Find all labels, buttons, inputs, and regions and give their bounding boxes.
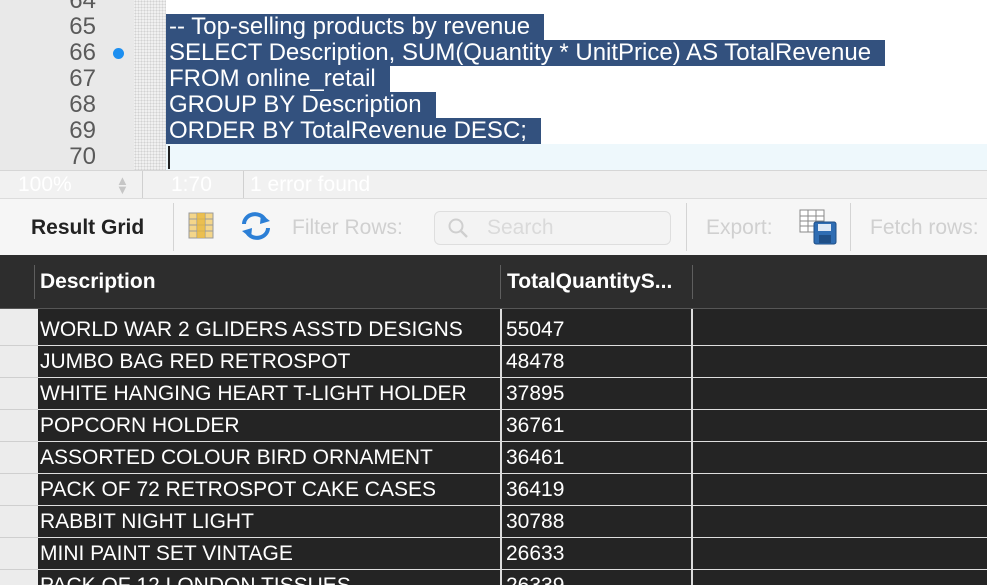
cell-total-quantity[interactable]: 36761 <box>504 410 691 441</box>
cell-description[interactable]: WORLD WAR 2 GLIDERS ASSTD DESIGNS <box>38 314 498 345</box>
code-line-text: FROM online_retail <box>166 66 390 92</box>
table-row[interactable]: PACK OF 72 RETROSPOT CAKE CASES 36419 <box>38 474 987 506</box>
cell-total-quantity[interactable]: 55047 <box>504 314 691 345</box>
table-row[interactable]: WHITE HANGING HEART T-LIGHT HOLDER 37895 <box>38 378 987 410</box>
row-selector-divider <box>0 377 38 378</box>
row-selector-divider <box>0 409 38 410</box>
sql-editor[interactable]: 64 65 -- Top-selling products by revenue 66… <box>0 0 987 170</box>
line-number: 68 <box>69 91 96 118</box>
line-number: 69 <box>69 117 96 144</box>
row-selector-divider <box>0 345 38 346</box>
zoom-control[interactable]: 100% ▲ ▼ <box>0 171 143 199</box>
fetch-rows-label: Fetch rows: <box>870 216 979 239</box>
zoom-stepper-icon[interactable]: ▲ ▼ <box>116 174 129 196</box>
result-grid[interactable]: Description TotalQuantityS... WORLD WAR … <box>0 255 987 585</box>
line-marker-icon[interactable] <box>113 48 124 59</box>
code-line[interactable]: SELECT Description, SUM(Quantity * UnitP… <box>166 40 886 66</box>
text-caret <box>168 146 170 169</box>
line-number: 64 <box>69 0 96 14</box>
code-line-text: GROUP BY Description <box>166 92 436 118</box>
grid-rows: WORLD WAR 2 GLIDERS ASSTD DESIGNS 55047 JU… <box>38 309 987 585</box>
header-divider <box>34 265 35 299</box>
editor-status-bar: 100% ▲ ▼ 1:70 1 error found <box>0 170 987 199</box>
code-line[interactable]: ORDER BY TotalRevenue DESC; <box>166 118 541 144</box>
table-row[interactable]: RABBIT NIGHT LIGHT 30788 <box>38 506 987 538</box>
column-header-description[interactable]: Description <box>40 255 496 309</box>
column-header-total-quantity[interactable]: TotalQuantityS... <box>507 255 687 309</box>
cell-total-quantity[interactable]: 36419 <box>504 474 691 505</box>
cell-total-quantity[interactable]: 26339 <box>504 570 691 585</box>
cell-description[interactable]: RABBIT NIGHT LIGHT <box>38 506 498 537</box>
row-selector-divider <box>0 569 38 570</box>
table-row[interactable]: WORLD WAR 2 GLIDERS ASSTD DESIGNS 55047 <box>38 314 987 346</box>
cell-total-quantity[interactable]: 26633 <box>504 538 691 569</box>
row-selector-divider <box>0 505 38 506</box>
row-selector-divider <box>0 441 38 442</box>
cell-total-quantity[interactable]: 30788 <box>504 506 691 537</box>
row-selector-divider <box>0 537 38 538</box>
code-line-text: SELECT Description, SUM(Quantity * UnitP… <box>166 40 886 66</box>
line-number: 65 <box>69 13 96 40</box>
cell-description[interactable]: MINI PAINT SET VINTAGE <box>38 538 498 569</box>
line-number: 70 <box>69 143 96 170</box>
cell-total-quantity[interactable]: 36461 <box>504 442 691 473</box>
code-line-text: ORDER BY TotalRevenue DESC; <box>166 118 541 144</box>
search-icon <box>447 217 469 239</box>
filter-search-input[interactable] <box>485 215 659 241</box>
refresh-icon[interactable] <box>239 211 273 241</box>
error-status-text: 1 error found <box>250 173 371 196</box>
cell-description[interactable]: POPCORN HOLDER <box>38 410 498 441</box>
cursor-position-text: 1:70 <box>171 173 212 196</box>
result-toolbar: Result Grid Filter Rows: Search Export: … <box>0 198 987 256</box>
cell-description[interactable]: WHITE HANGING HEART T-LIGHT HOLDER <box>38 378 498 409</box>
toolbar-divider <box>686 203 687 251</box>
table-row[interactable]: POPCORN HOLDER 36761 <box>38 410 987 442</box>
table-row[interactable]: PACK OF 12 LONDON TISSUES 26339 <box>38 570 987 585</box>
filter-rows-label: Filter Rows: <box>292 216 403 239</box>
error-status: 1 error found <box>242 171 644 199</box>
export-save-icon[interactable] <box>799 209 837 245</box>
filter-search-box[interactable] <box>434 211 671 245</box>
table-row[interactable]: MINI PAINT SET VINTAGE 26633 <box>38 538 987 570</box>
cell-total-quantity[interactable]: 48478 <box>504 346 691 377</box>
cell-description[interactable]: PACK OF 12 LONDON TISSUES <box>38 570 498 585</box>
cell-description[interactable]: JUMBO BAG RED RETROSPOT <box>38 346 498 377</box>
row-selector-divider <box>0 473 38 474</box>
gutter-fold-strip <box>134 0 166 170</box>
line-number: 66 <box>69 39 96 66</box>
toolbar-divider <box>850 203 851 251</box>
column-divider <box>500 309 502 585</box>
line-number: 67 <box>69 65 96 92</box>
toolbar-divider <box>173 203 174 251</box>
code-line-text: -- Top-selling products by revenue <box>166 14 545 40</box>
current-line-highlight <box>166 144 987 170</box>
column-divider <box>691 309 693 585</box>
cursor-position: 1:70 <box>141 171 244 199</box>
cell-description[interactable]: ASSORTED COLOUR BIRD ORNAMENT <box>38 442 498 473</box>
zoom-level: 100% <box>18 173 72 196</box>
cell-total-quantity[interactable]: 37895 <box>504 378 691 409</box>
export-label: Export: <box>706 216 773 239</box>
grid-header: Description TotalQuantityS... <box>0 255 987 309</box>
row-selector-gutter[interactable] <box>0 309 38 585</box>
table-row[interactable]: JUMBO BAG RED RETROSPOT 48478 <box>38 346 987 378</box>
column-grid-icon[interactable] <box>188 212 214 239</box>
table-row[interactable]: ASSORTED COLOUR BIRD ORNAMENT 36461 <box>38 442 987 474</box>
header-divider <box>692 265 693 299</box>
code-line[interactable]: -- Top-selling products by revenue <box>166 14 545 40</box>
cell-description[interactable]: PACK OF 72 RETROSPOT CAKE CASES <box>38 474 498 505</box>
result-grid-tab[interactable]: Result Grid <box>31 216 144 240</box>
code-line[interactable]: FROM online_retail <box>166 66 390 92</box>
code-line[interactable]: GROUP BY Description <box>166 92 436 118</box>
header-divider <box>500 265 501 299</box>
